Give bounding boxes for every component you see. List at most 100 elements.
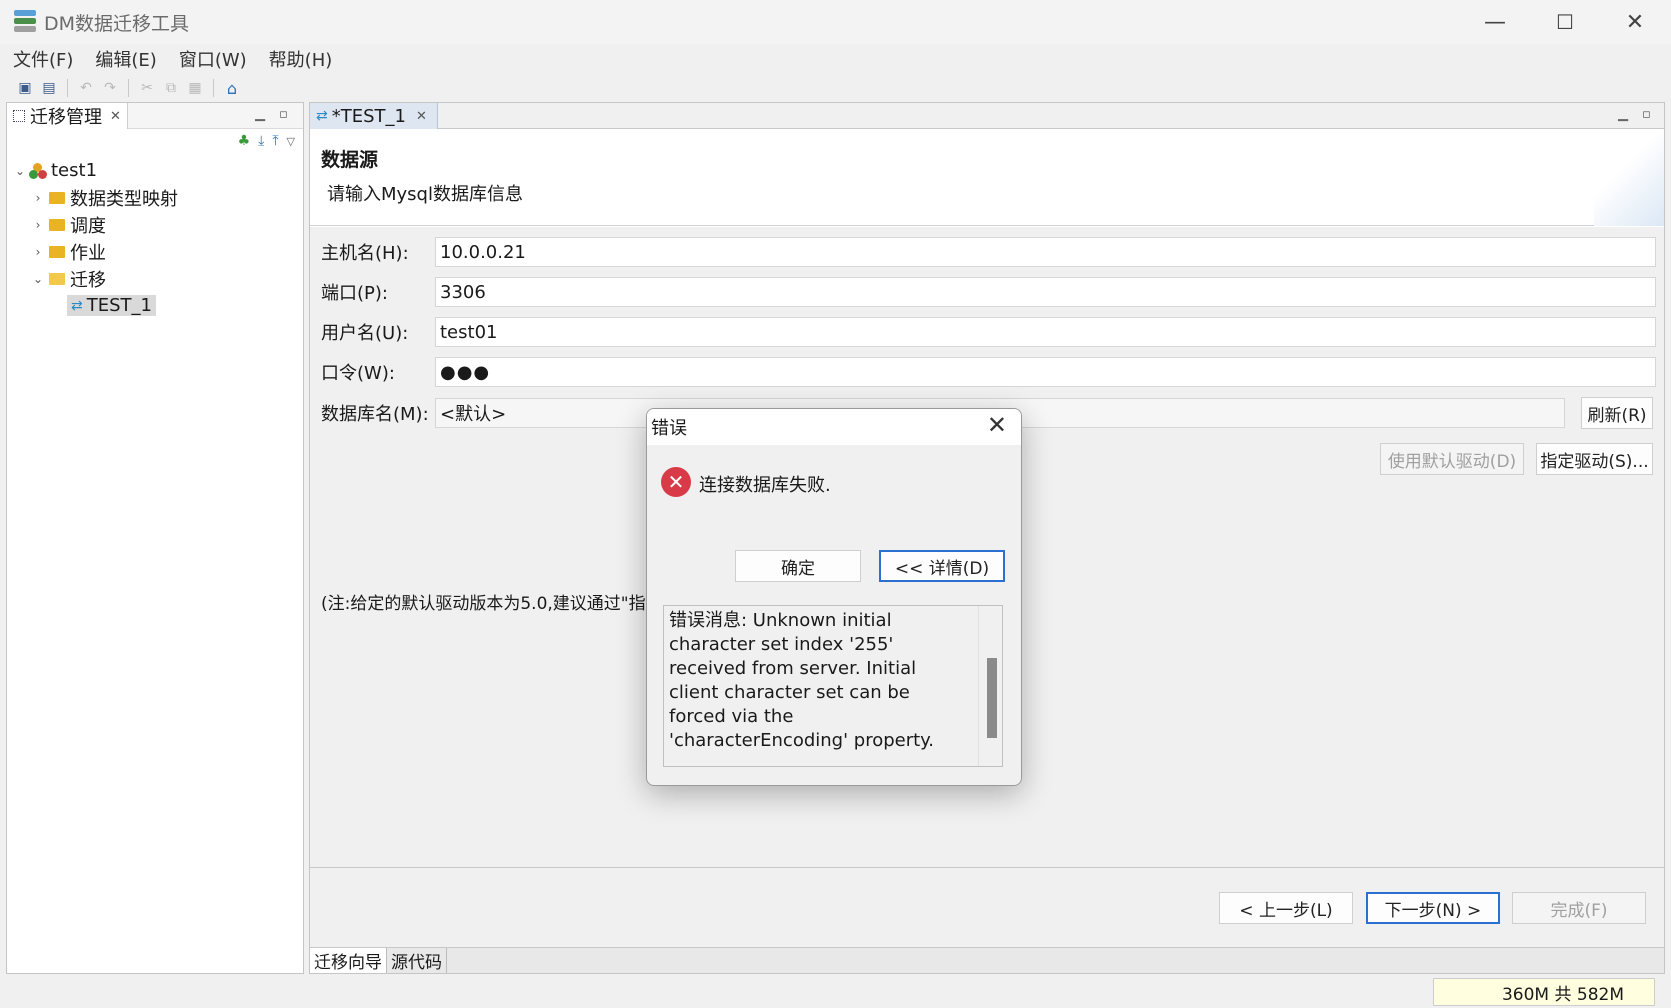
import-icon[interactable]: ⤓ — [258, 133, 264, 149]
port-input[interactable]: 3306 — [435, 277, 1656, 307]
tab-label: *TEST_1 — [331, 105, 406, 127]
copy-icon[interactable]: ⧉ — [162, 79, 180, 97]
toolbar: ▣ ▤ ↶ ↷ ✂ ⧉ ▦ ⌂ — [0, 74, 1671, 102]
save-icon[interactable]: ▣ — [16, 79, 34, 97]
host-label: 主机名(H): — [321, 243, 409, 264]
tree-node-schedule[interactable]: › 调度 — [7, 211, 303, 238]
folder-icon — [49, 245, 65, 258]
tree-node-root[interactable]: ⌄ test1 — [7, 157, 303, 184]
dialog-title-bar: 错误 ✕ — [647, 409, 1021, 445]
tree-node-test1[interactable]: ⇄ TEST_1 — [7, 292, 303, 319]
wizard-title: 数据源 — [321, 149, 379, 171]
maximize-panel-icon[interactable]: ▫ — [1642, 107, 1651, 122]
chevron-right-icon[interactable]: › — [31, 191, 45, 205]
maximize-panel-icon[interactable]: ▫ — [279, 107, 288, 122]
dialog-message: 连接数据库失败. — [699, 475, 831, 496]
tab-migration-manager[interactable]: 迁移管理 ✕ — [7, 103, 128, 129]
save-all-icon[interactable]: ▤ — [40, 79, 58, 97]
tree-label: 作业 — [70, 242, 106, 264]
project-tree: ⌄ test1 › 数据类型映射 › 调度 › 作业 ⌄ 迁移 ⇄ TEST_1 — [7, 153, 303, 319]
username-input[interactable]: test01 — [435, 317, 1656, 347]
redo-icon[interactable]: ↷ — [101, 79, 119, 97]
minimize-panel-icon[interactable]: ▁ — [255, 107, 265, 122]
tree-label: test1 — [51, 160, 98, 181]
paste-icon[interactable]: ▦ — [186, 79, 204, 97]
chevron-down-icon[interactable]: ⌄ — [31, 272, 45, 286]
folder-icon — [49, 218, 65, 231]
selected-item[interactable]: ⇄ TEST_1 — [67, 295, 156, 316]
password-label: 口令(W): — [321, 363, 395, 384]
minimize-button[interactable]: — — [1460, 0, 1530, 44]
toolbar-separator — [213, 79, 214, 97]
username-row: 用户名(U): test01 — [321, 317, 1656, 347]
app-icon — [14, 10, 36, 34]
undo-icon[interactable]: ↶ — [77, 79, 95, 97]
menu-file[interactable]: 文件(F) — [13, 46, 73, 72]
error-icon: ✕ — [661, 467, 691, 497]
dialog-close-icon[interactable]: ✕ — [987, 411, 1007, 439]
close-tab-icon[interactable]: ✕ — [416, 109, 427, 124]
password-input[interactable]: ●●● — [435, 357, 1656, 387]
tree-label: 调度 — [70, 215, 106, 237]
title-bar: DM数据迁移工具 — ☐ ✕ — [0, 0, 1671, 44]
back-button[interactable]: < 上一步(L) — [1219, 892, 1353, 924]
wizard-banner-image — [1594, 130, 1664, 226]
status-bar: 360M 共 582M — [0, 976, 1671, 1008]
scrollbar-thumb[interactable] — [987, 658, 997, 738]
maximize-button[interactable]: ☐ — [1530, 0, 1600, 44]
wizard-header: 数据源 请输入Mysql数据库信息 — [310, 130, 1664, 226]
chevron-right-icon[interactable]: › — [31, 218, 45, 232]
toolbar-separator — [128, 79, 129, 97]
tree-label: 数据类型映射 — [70, 188, 178, 210]
menu-bar: 文件(F) 编辑(E) 窗口(W) 帮助(H) — [0, 44, 1671, 74]
close-button[interactable]: ✕ — [1600, 0, 1670, 44]
error-dialog: 错误 ✕ ✕ 连接数据库失败. 确定 << 详情(D) 错误消息: Unknow… — [646, 408, 1022, 786]
host-row: 主机名(H): 10.0.0.21 — [321, 237, 1656, 267]
wizard-button-bar: < 上一步(L) 下一步(N) > 完成(F) — [310, 867, 1664, 947]
left-panel-tools: ♣ ⤓ ⤒ ▽ — [7, 129, 303, 153]
error-details-text: 错误消息: Unknown initial character set inde… — [669, 610, 934, 751]
tree-node-jobs[interactable]: › 作业 — [7, 238, 303, 265]
use-default-driver-button[interactable]: 使用默认驱动(D) — [1380, 443, 1524, 475]
tree-label: TEST_1 — [86, 295, 152, 316]
menu-help[interactable]: 帮助(H) — [269, 46, 333, 72]
tab-migration-wizard[interactable]: 迁移向导 — [310, 948, 387, 973]
migration-manager-panel: 迁移管理 ✕ ▁ ▫ ♣ ⤓ ⤒ ▽ ⌄ test1 › 数据类型映射 › 调度… — [6, 102, 304, 974]
error-details-box: 错误消息: Unknown initial character set inde… — [663, 605, 1003, 767]
editor-tab-bar: ⇄ *TEST_1 ✕ ▁ ▫ — [310, 103, 1664, 129]
left-tab-bar: 迁移管理 ✕ ▁ ▫ — [7, 103, 303, 129]
tree-label: 迁移 — [70, 269, 106, 291]
database-label: 数据库名(M): — [321, 404, 429, 425]
editor-bottom-tabs: 迁移向导 源代码 — [310, 947, 1664, 973]
tree-node-migration[interactable]: ⌄ 迁移 — [7, 265, 303, 292]
menu-window[interactable]: 窗口(W) — [179, 46, 247, 72]
chevron-down-icon[interactable]: ⌄ — [13, 164, 27, 178]
migration-icon: ⇄ — [316, 108, 328, 124]
migration-icon: ⇄ — [71, 297, 83, 314]
view-menu-icon[interactable]: ▽ — [287, 135, 295, 148]
details-scrollbar[interactable] — [978, 606, 1002, 766]
tree-node-type-mapping[interactable]: › 数据类型映射 — [7, 184, 303, 211]
host-input[interactable]: 10.0.0.21 — [435, 237, 1656, 267]
home-icon[interactable]: ⌂ — [223, 79, 241, 98]
tab-test1[interactable]: ⇄ *TEST_1 ✕ — [310, 103, 438, 129]
close-tab-icon[interactable]: ✕ — [110, 109, 121, 124]
finish-button[interactable]: 完成(F) — [1512, 892, 1646, 924]
refresh-button[interactable]: 刷新(R) — [1581, 397, 1653, 429]
port-label: 端口(P): — [321, 283, 388, 304]
specify-driver-button[interactable]: 指定驱动(S)... — [1536, 443, 1653, 475]
details-button[interactable]: << 详情(D) — [879, 550, 1005, 582]
menu-edit[interactable]: 编辑(E) — [95, 46, 156, 72]
driver-note: (注:给定的默认驱动版本为5.0,建议通过"指 — [321, 594, 646, 614]
minimize-panel-icon[interactable]: ▁ — [1618, 107, 1628, 122]
ok-button[interactable]: 确定 — [735, 550, 861, 582]
cut-icon[interactable]: ✂ — [138, 79, 156, 97]
port-row: 端口(P): 3306 — [321, 277, 1656, 307]
chevron-right-icon[interactable]: › — [31, 245, 45, 259]
new-project-icon[interactable]: ♣ — [238, 133, 251, 149]
next-button[interactable]: 下一步(N) > — [1366, 892, 1500, 924]
tab-source-code[interactable]: 源代码 — [387, 948, 447, 973]
folder-icon — [49, 191, 65, 204]
memory-indicator: 360M 共 582M — [1433, 978, 1655, 1006]
export-icon[interactable]: ⤒ — [272, 133, 278, 149]
